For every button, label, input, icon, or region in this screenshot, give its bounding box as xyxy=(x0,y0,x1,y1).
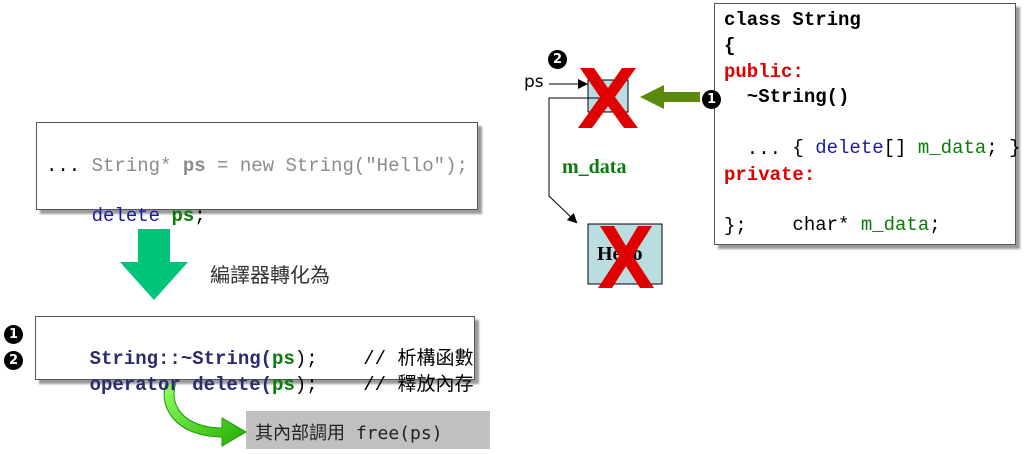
badge-2: 2 xyxy=(4,351,23,370)
transform-label: 編譯器轉化為 xyxy=(210,263,330,287)
class-line-ellipsis: ... xyxy=(724,138,782,160)
compiled-code-box: String::~String(ps); // 析構函數 operator de… xyxy=(35,316,475,396)
badge-2-memory: 2 xyxy=(548,50,567,69)
ps-label: ps xyxy=(524,72,544,92)
badge-1-class: 1 xyxy=(702,90,721,109)
source-line-2: ... xyxy=(46,155,81,177)
class-definition-box: class String { public: ~String() { delet… xyxy=(714,3,1021,245)
badge-1: 1 xyxy=(4,325,23,344)
destructor-call-arrow-icon xyxy=(640,85,700,109)
source-line-3: delete ps; xyxy=(91,205,206,227)
source-code-box: String* ps = new String("Hello"); ... de… xyxy=(36,122,478,227)
free-note: 其內部調用 free(ps) xyxy=(246,411,490,449)
class-line-destructor: ~String() xyxy=(724,86,850,108)
class-line-2: { xyxy=(724,35,736,57)
class-line-1: class String xyxy=(724,9,861,31)
class-line-private: private: xyxy=(724,164,816,186)
class-line-public: public: xyxy=(724,61,804,83)
m-data-label: m_data xyxy=(562,156,627,178)
class-line-member: char* m_data; xyxy=(769,214,941,236)
hello-text: Hello xyxy=(597,243,643,265)
class-line-end: }; xyxy=(724,215,747,237)
